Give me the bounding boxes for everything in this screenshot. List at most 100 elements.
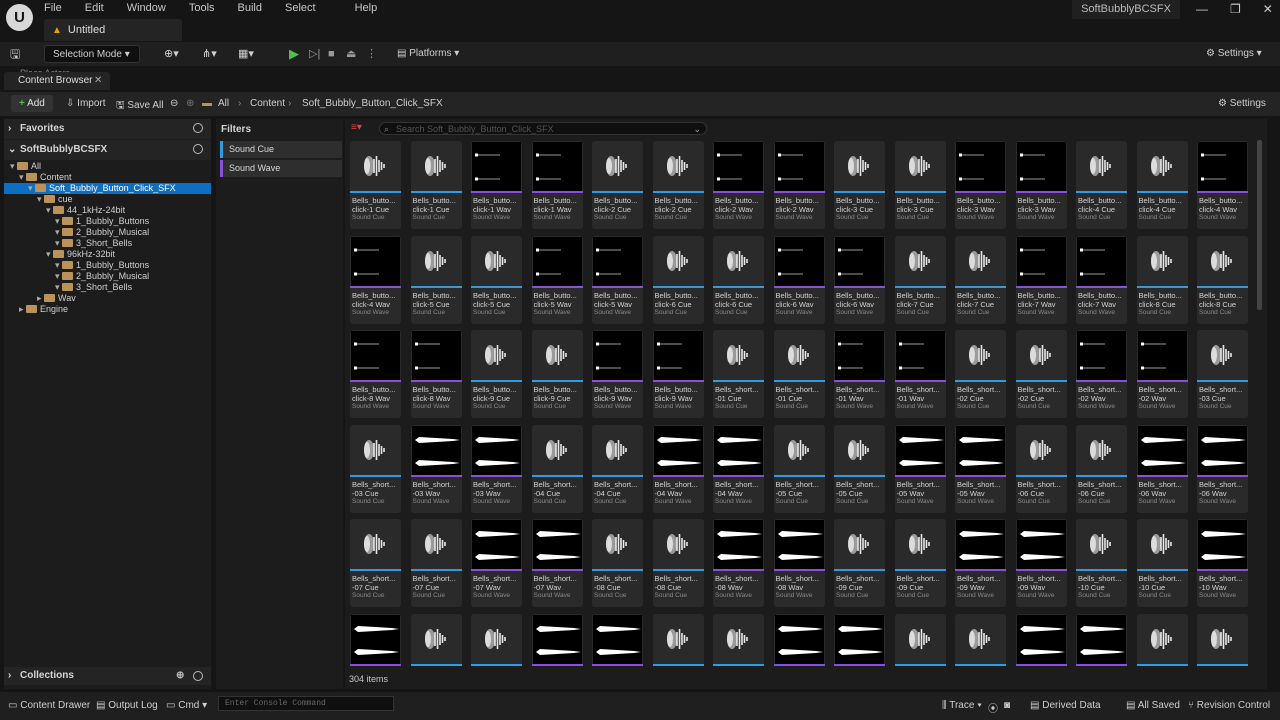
level-tab[interactable]: ▲ Untitled: [44, 19, 182, 41]
asset-tile[interactable]: [955, 613, 1006, 666]
asset-tile[interactable]: [713, 613, 764, 666]
asset-tile[interactable]: Bells_butto... click-9 Cue Sound Cue: [471, 330, 522, 418]
asset-tile[interactable]: Bells_short... -01 Wav Sound Wave: [894, 330, 946, 418]
asset-scrollbar[interactable]: [1257, 140, 1262, 310]
filter-sound-cue[interactable]: Sound Cue: [220, 141, 342, 158]
save-all-button[interactable]: 🖫 Save All: [116, 98, 163, 115]
project-header[interactable]: ⌄ SoftBubblyBCSFX: [4, 140, 211, 160]
asset-search-input[interactable]: ⌕ Search Soft_Bubbly_Button_Click_SFX ⌄: [379, 122, 707, 135]
menu-tools[interactable]: Tools: [189, 2, 226, 14]
asset-tile[interactable]: [834, 613, 885, 666]
asset-tile[interactable]: Bells_butto... click-5 Wav Sound Wave: [531, 235, 583, 324]
asset-tile[interactable]: Bells_butto... click-8 Cue Sound Cue: [1136, 235, 1188, 324]
menu-window[interactable]: Window: [127, 2, 177, 14]
tree-item[interactable]: ▾ All: [4, 161, 211, 172]
asset-tile[interactable]: Bells_short... -07 Wav Sound Wave: [471, 519, 522, 607]
asset-tile[interactable]: Bells_butto... click-2 Cue Sound Cue: [652, 141, 704, 229]
asset-tile[interactable]: Bells_short... -03 Wav Sound Wave: [471, 424, 522, 513]
menu-help[interactable]: Help: [355, 2, 389, 14]
asset-tile[interactable]: Bells_butto... click-6 Cue Sound Cue: [713, 235, 764, 324]
asset-tile[interactable]: Bells_butto... click-2 Wav Sound Wave: [773, 141, 825, 229]
save-icon[interactable]: 🖫: [10, 45, 20, 63]
collections-header[interactable]: › Collections ⊕: [4, 667, 211, 685]
asset-tile[interactable]: Bells_short... -02 Cue Sound Cue: [1015, 330, 1067, 418]
maximize-icon[interactable]: ❐: [1230, 2, 1241, 16]
add-button[interactable]: + Add: [11, 95, 53, 112]
asset-tile[interactable]: Bells_short... -06 Wav Sound Wave: [1197, 424, 1248, 513]
all-saved-button[interactable]: ▤ All Saved: [1126, 700, 1180, 711]
stop-icon[interactable]: ■: [328, 45, 335, 63]
selection-mode-dropdown[interactable]: Selection Mode ▾: [44, 45, 140, 63]
search-icon[interactable]: [193, 671, 203, 681]
asset-tile[interactable]: Bells_butto... click-1 Wav Sound Wave: [471, 141, 522, 229]
minimize-icon[interactable]: —: [1196, 2, 1208, 16]
asset-tile[interactable]: Bells_butto... click-8 Wav Sound Wave: [410, 330, 462, 418]
tree-item[interactable]: ▾ 1_Bubbly_Buttons: [4, 260, 211, 271]
asset-tile[interactable]: Bells_short... -04 Wav Sound Wave: [713, 424, 764, 513]
asset-tile[interactable]: Bells_butto... click-1 Cue Sound Cue: [350, 141, 401, 229]
asset-tile[interactable]: [410, 613, 462, 666]
asset-tile[interactable]: Bells_butto... click-3 Cue Sound Cue: [894, 141, 946, 229]
asset-tile[interactable]: Bells_butto... click-9 Wav Sound Wave: [592, 330, 643, 418]
asset-tile[interactable]: Bells_short... -08 Cue Sound Cue: [592, 519, 643, 607]
asset-tile[interactable]: [773, 613, 825, 666]
breadcrumb-folder[interactable]: Soft_Bubbly_Button_Click_SFX: [302, 98, 443, 109]
asset-tile[interactable]: Bells_short... -07 Cue Sound Cue: [410, 519, 462, 607]
asset-tile[interactable]: Bells_butto... click-7 Cue Sound Cue: [894, 235, 946, 324]
tree-item[interactable]: ▾ 44_1kHz-24bit: [4, 205, 211, 216]
more-icon[interactable]: ⋮: [366, 45, 377, 63]
asset-tile[interactable]: Bells_butto... click-4 Cue Sound Cue: [1136, 141, 1188, 229]
asset-tile[interactable]: [592, 613, 643, 666]
close-icon[interactable]: ✕: [1263, 2, 1273, 16]
tree-item[interactable]: ▾ 2_Bubbly_Musical: [4, 227, 211, 238]
asset-tile[interactable]: Bells_short... -05 Cue Sound Cue: [834, 424, 885, 513]
menu-edit[interactable]: Edit: [85, 2, 115, 14]
asset-tile[interactable]: [894, 613, 946, 666]
asset-tile[interactable]: Bells_short... -01 Wav Sound Wave: [834, 330, 885, 418]
menu-build[interactable]: Build: [238, 2, 273, 14]
asset-tile[interactable]: Bells_butto... click-1 Wav Sound Wave: [531, 141, 583, 229]
search-icon[interactable]: [193, 123, 203, 133]
asset-tile[interactable]: [471, 613, 522, 666]
asset-tile[interactable]: Bells_butto... click-3 Wav Sound Wave: [1015, 141, 1067, 229]
search-icon[interactable]: [193, 144, 203, 154]
asset-tile[interactable]: Bells_short... -05 Wav Sound Wave: [894, 424, 946, 513]
asset-tile[interactable]: Bells_butto... click-7 Cue Sound Cue: [955, 235, 1006, 324]
revision-control-button[interactable]: ⑂ Revision Control: [1188, 700, 1270, 711]
asset-tile[interactable]: Bells_butto... click-6 Cue Sound Cue: [652, 235, 704, 324]
asset-tile[interactable]: Bells_short... -07 Cue Sound Cue: [350, 519, 401, 607]
asset-tile[interactable]: Bells_butto... click-7 Wav Sound Wave: [1015, 235, 1067, 324]
back-icon[interactable]: ⊖: [170, 98, 178, 109]
asset-tile[interactable]: Bells_butto... click-5 Cue Sound Cue: [410, 235, 462, 324]
asset-tile[interactable]: Bells_butto... click-3 Cue Sound Cue: [834, 141, 885, 229]
asset-tile[interactable]: Bells_butto... click-2 Cue Sound Cue: [592, 141, 643, 229]
asset-tile[interactable]: Bells_short... -05 Cue Sound Cue: [773, 424, 825, 513]
blueprint-icon[interactable]: ⋔▾: [202, 45, 217, 63]
breadcrumb-content[interactable]: Content: [250, 98, 285, 109]
cinematics-icon[interactable]: ▦▾: [238, 45, 254, 63]
tree-item[interactable]: ▸ Wav: [4, 293, 211, 304]
asset-tile[interactable]: Bells_short... -04 Cue Sound Cue: [531, 424, 583, 513]
asset-tile[interactable]: Bells_butto... click-3 Wav Sound Wave: [955, 141, 1006, 229]
asset-tile[interactable]: Bells_short... -06 Cue Sound Cue: [1076, 424, 1127, 513]
settings-dropdown[interactable]: ⚙ Settings ▾: [1206, 45, 1262, 63]
asset-tile[interactable]: Bells_short... -04 Wav Sound Wave: [652, 424, 704, 513]
asset-tile[interactable]: Bells_short... -06 Wav Sound Wave: [1136, 424, 1188, 513]
asset-tile[interactable]: [652, 613, 704, 666]
tree-item[interactable]: ▾ Soft_Bubbly_Button_Click_SFX: [4, 183, 211, 194]
asset-tile[interactable]: Bells_butto... click-4 Wav Sound Wave: [1197, 141, 1248, 229]
breadcrumb-all[interactable]: All: [218, 98, 229, 109]
asset-tile[interactable]: Bells_short... -09 Wav Sound Wave: [955, 519, 1006, 607]
asset-tile[interactable]: Bells_short... -10 Cue Sound Cue: [1136, 519, 1188, 607]
asset-tile[interactable]: Bells_butto... click-5 Wav Sound Wave: [592, 235, 643, 324]
derived-data-button[interactable]: ▤ Derived Data: [1030, 700, 1101, 711]
tree-item[interactable]: ▾ 1_Bubbly_Buttons: [4, 216, 211, 227]
asset-tile[interactable]: Bells_short... -01 Cue Sound Cue: [713, 330, 764, 418]
asset-tile[interactable]: Bells_short... -02 Cue Sound Cue: [955, 330, 1006, 418]
step-icon[interactable]: ▷|: [309, 45, 320, 63]
asset-tile[interactable]: Bells_butto... click-6 Wav Sound Wave: [834, 235, 885, 324]
asset-tile[interactable]: Bells_short... -08 Wav Sound Wave: [773, 519, 825, 607]
asset-tile[interactable]: Bells_short... -09 Cue Sound Cue: [894, 519, 946, 607]
asset-tile[interactable]: Bells_short... -01 Cue Sound Cue: [773, 330, 825, 418]
filter-sound-wave[interactable]: Sound Wave: [220, 160, 342, 177]
